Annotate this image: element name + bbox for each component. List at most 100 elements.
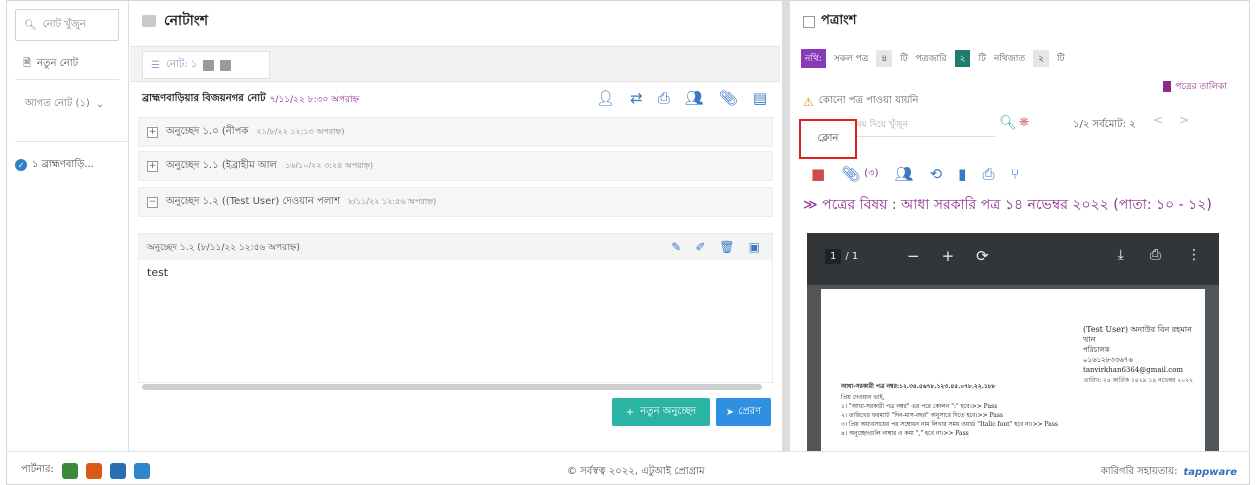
zoom-in-icon[interactable]: + <box>942 247 955 265</box>
letter-line: ৩। প্রিয় অধ্যবসায়ের পর সম্বোধন নাম লিখ… <box>841 421 1058 428</box>
letter-subject[interactable]: ≫ পত্রের বিষয় : আধা সরকারি পত্র ১৪ নভেম… <box>803 193 1229 217</box>
print-icon[interactable]: ⎙ <box>1150 247 1161 263</box>
note-toolbar: 👤︎ ⇄ ⎙ 👥︎ 📎︎ ▤ <box>596 89 767 107</box>
history-icon[interactable]: ⟲ <box>930 165 943 183</box>
print-icon[interactable]: ⎙ <box>658 89 670 107</box>
letter-line: ৪। অনুচ্ছেদগুলি নাম্বার ও কমা "," হবে না… <box>841 430 969 437</box>
divider <box>15 141 127 142</box>
attachment-icon[interactable]: 📎︎ <box>719 89 738 107</box>
tech-label: কারিগরি সহায়তায়: <box>1100 466 1178 477</box>
letter-reference: আধা-সরকারী পত্র নম্বর:১২.৩৪.৫৬৭৮.১২৩.৪৫.… <box>841 383 996 390</box>
tab-note-1[interactable]: ☰ নোট: ১ <box>142 51 270 79</box>
expand-icon[interactable]: + <box>147 160 158 172</box>
tech-support: কারিগরি সহায়তায়: tappware <box>1101 464 1237 481</box>
chevron-left-icon[interactable]: < <box>1153 113 1163 127</box>
attach-icon[interactable]: ▣ <box>749 240 760 254</box>
pdf-page-input[interactable]: 1 <box>825 249 842 264</box>
paragraph-row[interactable]: + অনুচ্ছেদ ১.০ (নীপক ২১/৮/২২ ১২:১৩ অপরাহ… <box>138 117 773 147</box>
letter-search-input[interactable]: বিষয় দিয়ে খুঁজুন <box>845 113 995 137</box>
copyright-text: © সর্বস্বত্ব ২০২২, এটুআই প্রোগ্রাম <box>567 466 705 477</box>
attachment-icon[interactable]: 📎︎ <box>841 165 860 183</box>
a2i-logo-icon <box>61 462 78 479</box>
edit-icon[interactable]: ✎ <box>671 240 681 254</box>
attachment-count: (৩) <box>864 167 879 179</box>
ict-logo-icon <box>109 462 126 479</box>
expand-icon[interactable]: + <box>147 126 158 138</box>
horizontal-scrollbar[interactable] <box>142 384 762 390</box>
add-paragraph-button[interactable]: + নতুন অনুচ্ছেদ <box>612 398 710 426</box>
note-title-row: ব্রাহ্মণবাড়িয়ার বিজয়নগর নোট ৭/১১/২২ ৮… <box>138 87 773 111</box>
pdf-actions: ⤓ ⎙ ⋮ <box>1118 247 1201 263</box>
app-frame: 🔍︎ নোট খুঁজুন 🗎 নতুন নোট আগত নোট (১) ⌄ ✓… <box>6 0 1250 485</box>
send-button[interactable]: ➤ প্রেরণ <box>716 398 771 426</box>
paragraph-label: অনুচ্ছেদ ১.০ (নীপক <box>166 125 249 137</box>
sender-phone: ০১৬১২৮৩৩৬৭৬ <box>1083 356 1134 364</box>
tab-action-icon[interactable] <box>203 59 215 71</box>
new-note-button[interactable]: 🗎 নতুন নোট <box>15 50 119 80</box>
paragraph-label: অনুচ্ছেদ ১.২ ((Test User) দেওয়ান পলাশ <box>166 195 341 207</box>
rotate-icon[interactable]: ⟳ <box>976 247 989 265</box>
paragraph-row[interactable]: − অনুচ্ছেদ ১.২ ((Test User) দেওয়ান পলাশ… <box>138 187 773 217</box>
paragraph-text: test <box>147 266 169 279</box>
trash-icon[interactable]: 🗑︎ <box>719 240 734 254</box>
tappware-logo[interactable]: tappware <box>1183 467 1237 478</box>
notes-tab-bar: ☰ নোট: ১ <box>130 46 780 82</box>
clone-tooltip: ক্লোন <box>799 119 857 159</box>
share-icon[interactable]: ⑂ <box>1010 165 1019 183</box>
pdf-zoom-controls: − + ⟳ <box>907 247 989 265</box>
note-list-item[interactable]: ✓ ১ ব্রাহ্মণবাড়ি... <box>15 153 127 177</box>
filter-count: ৪ <box>876 50 893 67</box>
partner-logos: পার্টনার: <box>21 462 150 479</box>
copy-icon <box>803 15 815 28</box>
pdf-page: (Test User) অনাউর বিন রহমান খান পরিচালক … <box>821 289 1205 451</box>
bookmark-icon[interactable]: ▮ <box>958 165 966 183</box>
pdf-page-total: / 1 <box>845 251 859 262</box>
paragraph-row[interactable]: + অনুচ্ছেদ ১.১ (ইব্রাহীম আল ১৬/১০/২২ ৩:২… <box>138 151 773 181</box>
download-icon[interactable]: ⤓ <box>1118 247 1124 263</box>
filter-filed-letters[interactable]: নথিজাত <box>994 51 1025 66</box>
users-icon[interactable]: 👥︎ <box>685 89 704 107</box>
check-icon: ✓ <box>15 159 27 171</box>
warning-text: কোনো পত্র পাওয়া যায়নি <box>818 95 919 106</box>
exchange-icon[interactable]: ⇄ <box>630 89 643 107</box>
zoom-out-icon[interactable]: − <box>907 247 920 265</box>
filter-all-letters[interactable]: সকল পত্র <box>834 51 869 66</box>
user-icon[interactable]: 👤︎ <box>596 89 615 107</box>
filter-issued-letters[interactable]: পত্রজারি <box>916 51 947 66</box>
tab-note-1-label: নোট: ১ <box>165 58 198 70</box>
clone-icon[interactable]: ■ <box>811 165 825 183</box>
pencil-icon[interactable]: ✐ <box>695 240 705 254</box>
letter-line: ১। "আধা-সরকারী পত্র নম্বর" এর পরে কোলন "… <box>841 403 998 410</box>
paragraph-content-box: অনুচ্ছেদ ১.২ (৮/১১/২২ ১২:৫৬ অপরাহ্ন) ✎ ✐… <box>138 233 773 383</box>
warning-icon: ⚠ <box>803 94 814 109</box>
users-icon[interactable]: 👥︎ <box>895 165 914 183</box>
note-search-input[interactable]: 🔍︎ নোট খুঁজুন <box>15 9 119 41</box>
no-letter-warning: ⚠ কোনো পত্র পাওয়া যায়নি <box>803 93 919 110</box>
chevron-down-icon: ⌄ <box>95 98 105 110</box>
reset-icon[interactable]: ❋ <box>1019 115 1029 129</box>
collapse-icon[interactable]: − <box>147 196 158 208</box>
notes-title: নোটাংশ <box>164 13 209 29</box>
paragraph-label: অনুচ্ছেদ ১.১ (ইব্রাহীম আল <box>166 159 277 171</box>
note-title: ব্রাহ্মণবাড়িয়ার বিজয়নগর নোট <box>142 92 266 104</box>
letter-body: প্রিয় দেওয়ান ভাই, ১। "আধা-সরকারী পত্র … <box>841 393 1058 438</box>
letter-toolbar: ■ 📎︎ (৩) 👥︎ ⟲ ▮ ⎙ ⑂ <box>811 165 1019 183</box>
vertical-scrollbar[interactable] <box>782 1 790 451</box>
more-vertical-icon[interactable]: ⋮ <box>1187 247 1201 263</box>
chevron-right-icon[interactable]: > <box>1179 113 1189 127</box>
file-tag: নথি: <box>801 49 826 68</box>
letter-filters: নথি: সকল পত্র ৪ টি পত্রজারি ২ টি নথিজাত … <box>801 49 1064 68</box>
pager-info: ১/২ সর্বমোট: ২ <box>1073 119 1136 130</box>
sender-email: tanvirkhan6364@gmail.com <box>1083 366 1184 374</box>
panel-icon[interactable]: ▤ <box>753 89 767 107</box>
tab-action-icon[interactable] <box>220 59 232 71</box>
incoming-notes-dropdown[interactable]: আগত নোট (১) ⌄ <box>15 91 119 117</box>
letter-line: ২। তারিখের ফরম্যাট "দিন-মাস-বছর" অনুসারে… <box>841 412 1003 419</box>
send-icon: ➤ <box>725 406 735 418</box>
print-icon[interactable]: ⎙ <box>982 165 994 183</box>
letter-header: পত্রাংশ <box>803 11 856 32</box>
letter-list-link[interactable]: পত্রের তালিকা <box>1163 79 1227 94</box>
search-icon[interactable]: 🔍︎ <box>999 115 1017 131</box>
pdf-viewer: 1 / 1 − + ⟳ ⤓ ⎙ ⋮ (Test User) অনাউর বিন … <box>807 233 1219 451</box>
pager-arrows: < > <box>1153 113 1189 127</box>
